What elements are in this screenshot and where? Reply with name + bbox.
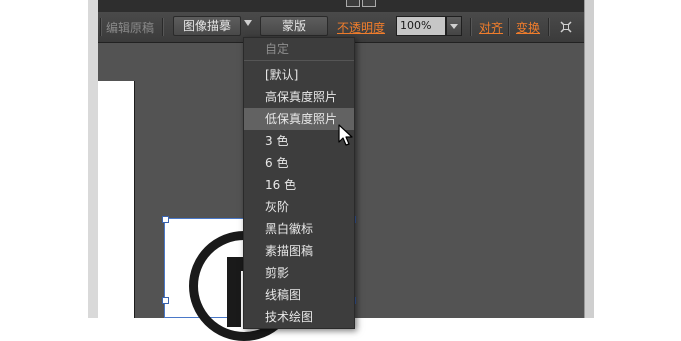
menu-item-16-colors[interactable]: 16 色 bbox=[244, 174, 354, 196]
opacity-link[interactable]: 不透明度 bbox=[337, 19, 385, 36]
selection-handle[interactable] bbox=[162, 216, 169, 223]
opacity-dropdown-button[interactable] bbox=[446, 16, 462, 36]
artboard bbox=[98, 81, 135, 318]
outer-margin-right bbox=[593, 0, 681, 318]
menu-item-grayscale[interactable]: 灰阶 bbox=[244, 196, 354, 218]
screenshot-frame: 编辑原稿 图像描摹 蒙版 不透明度 100% 对齐 变换 自定 [默认] 高保真… bbox=[0, 0, 681, 341]
edit-original-button[interactable]: 编辑原稿 bbox=[106, 19, 154, 36]
transform-link[interactable]: 变换 bbox=[516, 19, 540, 36]
menu-item-technical-drawing[interactable]: 技术绘图 bbox=[244, 306, 354, 328]
separator bbox=[470, 18, 472, 36]
crosshair-icon[interactable] bbox=[559, 20, 573, 34]
image-trace-button[interactable]: 图像描摹 bbox=[173, 16, 241, 36]
window-edge-right bbox=[584, 0, 594, 318]
opacity-input[interactable]: 100% bbox=[396, 16, 446, 36]
selection-handle[interactable] bbox=[162, 297, 169, 304]
separator bbox=[548, 18, 550, 36]
menu-item-custom: 自定 bbox=[265, 42, 290, 56]
chevron-down-icon bbox=[450, 24, 458, 29]
window-control-icon[interactable] bbox=[362, 0, 376, 7]
separator bbox=[100, 18, 102, 36]
menu-item-line-art[interactable]: 线稿图 bbox=[244, 284, 354, 306]
menu-item-black-white-logo[interactable]: 黑白徽标 bbox=[244, 218, 354, 240]
separator bbox=[162, 18, 164, 36]
menu-divider bbox=[244, 60, 354, 61]
trace-preset-menu: 自定 [默认] 高保真度照片 低保真度照片 3 色 6 色 16 色 灰阶 黑白… bbox=[243, 37, 355, 329]
top-strip bbox=[98, 0, 584, 12]
menu-item-default[interactable]: [默认] bbox=[244, 64, 354, 86]
align-link[interactable]: 对齐 bbox=[479, 19, 503, 36]
menu-item-high-fidelity-photo[interactable]: 高保真度照片 bbox=[244, 86, 354, 108]
arrow-pointer-icon bbox=[338, 124, 353, 146]
mask-button[interactable]: 蒙版 bbox=[260, 16, 328, 36]
menu-item-6-colors[interactable]: 6 色 bbox=[244, 152, 354, 174]
menu-item-sketched-art[interactable]: 素描图稿 bbox=[244, 240, 354, 262]
chevron-down-icon[interactable] bbox=[244, 20, 252, 26]
outer-margin-left bbox=[0, 0, 88, 318]
window-control-icon[interactable] bbox=[346, 0, 360, 7]
menu-item-silhouettes[interactable]: 剪影 bbox=[244, 262, 354, 284]
separator bbox=[508, 18, 510, 36]
